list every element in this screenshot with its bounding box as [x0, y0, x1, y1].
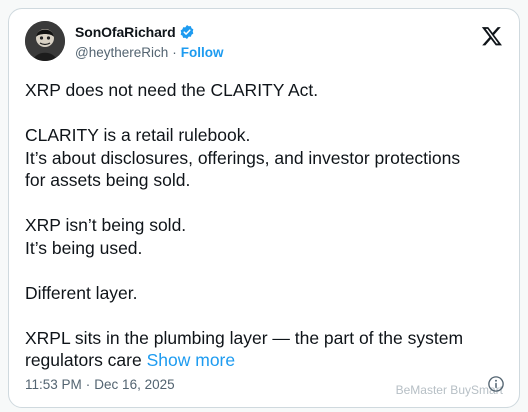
- info-icon[interactable]: [487, 375, 505, 393]
- avatar-image: [25, 21, 65, 61]
- tweet-timestamp[interactable]: 11:53 PM · Dec 16, 2025: [25, 377, 175, 392]
- tweet-body: XRP does not need the CLARITY Act. CLARI…: [25, 79, 505, 372]
- tweet-paragraph: XRP isn’t being sold. It’s being used.: [25, 214, 505, 259]
- tweet-paragraph: CLARITY is a retail rulebook. It’s about…: [25, 124, 505, 192]
- x-logo-icon[interactable]: [481, 25, 503, 47]
- tweet-line: CLARITY is a retail rulebook.: [25, 125, 251, 145]
- follow-button[interactable]: Follow: [181, 45, 224, 60]
- tweet-line-last: regulators care Show more: [25, 349, 505, 372]
- author-identity: SonOfaRichard @heythereRich · Follow: [75, 23, 224, 61]
- name-row: SonOfaRichard: [75, 23, 224, 41]
- show-more-link[interactable]: Show more: [147, 350, 236, 370]
- tweet-line-text: regulators care: [25, 350, 142, 370]
- author-handle[interactable]: @heythereRich: [75, 45, 168, 60]
- tweet-line: It’s being used.: [25, 237, 143, 258]
- tweet-line: Different layer.: [25, 282, 138, 303]
- tweet-line: It’s about disclosures, offerings, and i…: [25, 147, 461, 168]
- tweet-line: XRPL sits in the plumbing layer — the pa…: [25, 327, 464, 348]
- tweet-card: SonOfaRichard @heythereRich · Follow XRP…: [8, 8, 520, 408]
- tweet-paragraph: XRPL sits in the plumbing layer — the pa…: [25, 327, 505, 372]
- tweet-line: for assets being sold.: [25, 170, 191, 190]
- tweet-time: 11:53 PM: [25, 377, 82, 392]
- timestamp-separator: ·: [85, 377, 91, 392]
- tweet-paragraph: XRP does not need the CLARITY Act.: [25, 79, 505, 102]
- verified-badge-icon: [180, 25, 193, 39]
- tweet-paragraph: Different layer.: [25, 282, 505, 305]
- tweet-line: XRP isn’t being sold.: [25, 215, 187, 235]
- tweet-header: SonOfaRichard @heythereRich · Follow: [25, 21, 503, 67]
- handle-row: @heythereRich · Follow: [75, 43, 224, 61]
- tweet-date: Dec 16, 2025: [94, 377, 175, 392]
- tweet-line: XRP does not need the CLARITY Act.: [25, 80, 319, 100]
- avatar[interactable]: [25, 21, 65, 61]
- author-display-name[interactable]: SonOfaRichard: [75, 24, 176, 40]
- handle-separator: ·: [172, 44, 177, 60]
